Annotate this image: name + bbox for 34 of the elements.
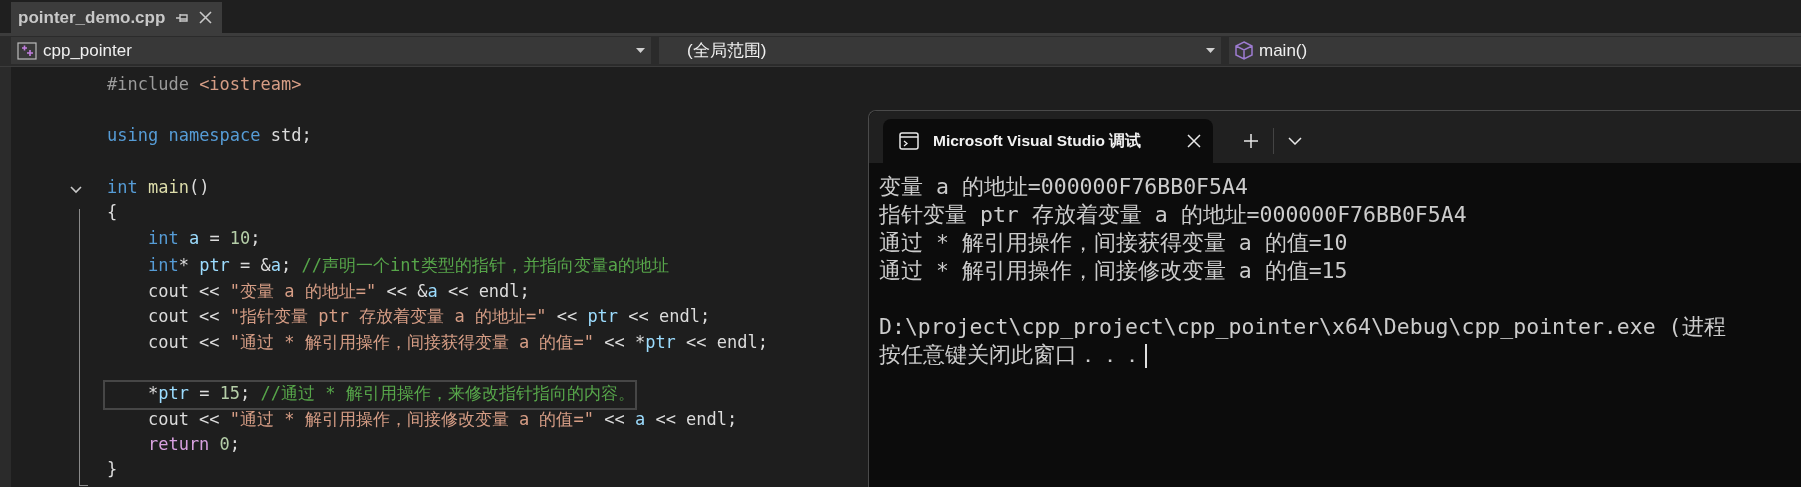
- code-line: int a = 10;: [146, 228, 261, 251]
- code-line: cout << "变量 a 的地址=" << &a << endl;: [146, 279, 530, 303]
- code-line: int main(): [107, 176, 210, 199]
- code-line: #include <iostream>: [107, 74, 302, 96]
- code-line: cout << "通过 * 解引用操作，间接获得变量 a 的值=" << *ptr << endl;: [146, 330, 768, 354]
- collapse-chevron-icon[interactable]: [70, 185, 82, 194]
- close-icon[interactable]: [199, 11, 213, 24]
- code-line: cout << "通过 * 解引用操作，间接修改变量 a 的值=" << a << endl;: [146, 407, 738, 431]
- caret-icon: [636, 48, 645, 53]
- code-line: {: [107, 202, 118, 225]
- terminal-tab[interactable]: Microsoft Visual Studio 调试: [883, 119, 1213, 163]
- caret-icon: [1206, 48, 1215, 53]
- console-output-line: 通过 * 解引用操作，间接修改变量 a 的值=15: [879, 257, 1349, 285]
- console-output-line: 指针变量 ptr 存放着变量 a 的地址=000000F76BB0F5A4: [879, 201, 1468, 229]
- code-line: }: [107, 459, 118, 482]
- file-tab[interactable]: pointer_demo.cpp: [11, 2, 223, 33]
- code-line: cout << "指针变量 ptr 存放着变量 a 的地址=" << ptr << endl;: [146, 305, 711, 329]
- new-tab-icon[interactable]: [1243, 133, 1259, 149]
- pin-icon[interactable]: [175, 11, 190, 24]
- member-dropdown[interactable]: main(): [1229, 37, 1801, 64]
- project-dropdown[interactable]: cpp_pointer: [11, 37, 651, 64]
- code-line: int* ptr = &a; //声明一个int类型的指针，并指向变量a的地址: [146, 253, 669, 277]
- console-output-line: 按任意键关闭此窗口．．．: [879, 341, 1801, 369]
- scope-dropdown[interactable]: (全局范围): [659, 37, 1221, 64]
- close-icon[interactable]: [1187, 134, 1201, 148]
- cube-icon: [1235, 41, 1253, 60]
- console-output-line: 通过 * 解引用操作，间接获得变量 a 的值=10: [879, 229, 1349, 257]
- code-line: return 0;: [146, 433, 241, 456]
- dropdown-chevron-icon[interactable]: [1288, 137, 1302, 145]
- code-line: using namespace std;: [107, 125, 312, 148]
- console-output-line: 变量 a 的地址=000000F76BB0F5A4: [879, 173, 1249, 201]
- console-output-line: D:\project\cpp_project\cpp_pointer\x64\Debug\cpp_pointer.exe (进程: [879, 313, 1727, 341]
- project-icon: [17, 41, 37, 60]
- terminal-icon: [899, 132, 919, 150]
